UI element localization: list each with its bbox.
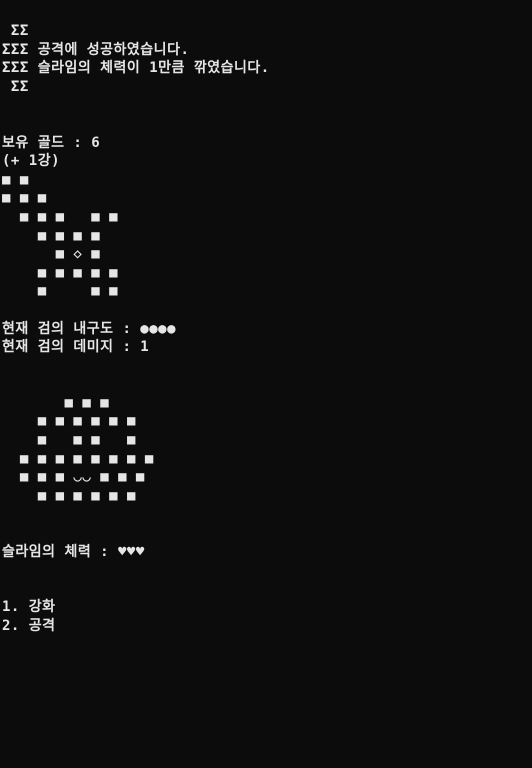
sword-art-row: ■ ◇ ■: [2, 246, 101, 263]
battle-message-line: ΣΣΣ 공격에 성공하였습니다.: [2, 41, 190, 58]
slime-art-row: ■ ■ ■: [2, 394, 110, 411]
slime-art-row: ■ ■ ■ ■ ■ ■: [2, 487, 136, 504]
enhance-level: (+ 1강): [2, 153, 61, 170]
terminal-window: ΣΣ ΣΣΣ 공격에 성공하였습니다. ΣΣΣ 슬라임의 체력이 1만큼 깎였습…: [2, 22, 530, 636]
menu-option-attack[interactable]: 2. 공격: [2, 617, 530, 636]
sword-art-row: ■ ■ ■ ■ ■: [2, 264, 119, 281]
slime-hp-status: 슬라임의 체력 : ♥♥♥: [2, 543, 145, 560]
slime-ascii-art: ■ ■ ■ ■ ■ ■ ■ ■ ■ ■ ■ ■ ■ ■ ■ ■ ■ ■ ■ ■ …: [2, 394, 530, 506]
sword-ascii-art: ■ ■ ■ ■ ■ ■ ■ ■ ■ ■ ■ ■ ■ ■ ■ ◇ ■ ■ ■ ■ …: [2, 171, 530, 301]
sword-damage: 현재 검의 데미지 : 1: [2, 339, 150, 356]
sword-durability: 현재 검의 내구도 : ●●●●: [2, 320, 177, 337]
action-menu: 1. 강화 2. 공격: [2, 598, 530, 635]
sword-art-row: ■ ■ ■: [2, 283, 119, 300]
battle-message-line: ΣΣ: [2, 23, 29, 39]
sword-art-row: ■ ■ ■: [2, 190, 47, 207]
sword-art-row: ■ ■ ■ ■: [2, 227, 101, 244]
slime-art-row: ■ ■ ■ ■ ■ ■ ■ ■: [2, 450, 154, 467]
menu-option-enhance[interactable]: 1. 강화: [2, 598, 530, 617]
gold-status: 보유 골드 : 6: [2, 134, 101, 151]
slime-art-row: ■ ■ ■ ◡◡ ■ ■ ■: [2, 469, 145, 486]
sword-art-row: ■ ■: [2, 171, 29, 188]
slime-art-row: ■ ■ ■ ■: [2, 432, 136, 449]
battle-message-line: ΣΣ: [2, 78, 29, 95]
battle-message-line: ΣΣΣ 슬라임의 체력이 1만큼 깎였습니다.: [2, 60, 270, 77]
sword-art-row: ■ ■ ■ ■ ■: [2, 208, 119, 225]
slime-art-row: ■ ■ ■ ■ ■ ■: [2, 413, 136, 430]
